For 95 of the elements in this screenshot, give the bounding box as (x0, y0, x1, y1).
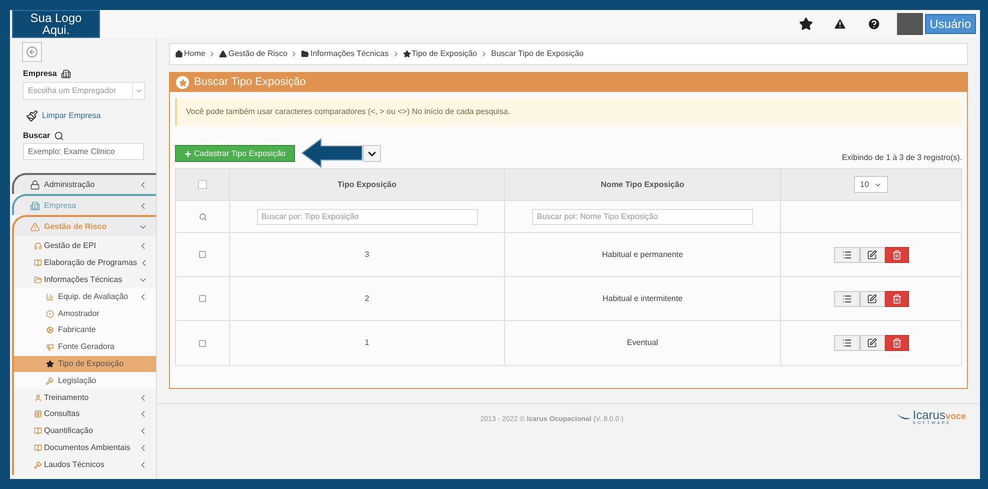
breadcrumb-link[interactable]: Tipo de Exposição (402, 48, 478, 60)
menu-item[interactable]: Fonte Geradora (14, 338, 156, 356)
checkbox[interactable] (199, 295, 206, 302)
trash-icon (892, 338, 902, 348)
column-header: Tipo Exposição (230, 169, 505, 201)
menu-item[interactable]: Elaboração de Programas (14, 254, 156, 272)
back-icon (26, 46, 38, 58)
broom-icon (26, 110, 38, 122)
menu-item-icon (34, 410, 42, 418)
menu-item-icon (34, 444, 42, 452)
delete-button[interactable] (884, 290, 908, 306)
search-label: Buscar (23, 130, 50, 142)
breadcrumb-link[interactable]: Gestão de Risco (219, 48, 288, 60)
trash-icon (892, 250, 902, 260)
star-icon (46, 360, 54, 368)
menu-item[interactable]: Treinamento (14, 389, 156, 406)
table-cell: Habitual e intermitente (602, 292, 683, 304)
brand-name: Icarus (912, 408, 946, 420)
edit-icon (867, 338, 877, 348)
edit-button[interactable] (860, 335, 884, 351)
edit-button[interactable] (860, 290, 884, 306)
building-icon (60, 69, 71, 79)
checkbox[interactable] (198, 180, 207, 189)
view-button[interactable] (834, 246, 860, 262)
page-size-select[interactable]: 10 (854, 176, 888, 193)
warning-icon (219, 50, 228, 58)
brand-suffix: voce (945, 412, 966, 420)
star-icon (402, 50, 411, 58)
warning-icon[interactable] (832, 17, 847, 31)
dropdown-button[interactable] (362, 145, 381, 162)
arrow-icon (300, 138, 363, 168)
info-alert: Você pode também usar caracteres comparadores (<, > ou <>) No início de cada pesquisa. (175, 98, 962, 126)
breadcrumb-link[interactable]: Informações Técnicas (301, 48, 389, 60)
logo: Sua Logo Aqui. (12, 10, 100, 38)
delete-button[interactable] (884, 246, 908, 262)
table-cell: Habitual e permanente (602, 248, 683, 260)
menu-section[interactable]: Administração (12, 173, 156, 194)
gavel-icon (46, 376, 54, 385)
empresa-label: Empresa (23, 68, 57, 80)
filter-field[interactable]: Buscar por: Nome Tipo Exposição (532, 208, 753, 224)
caret-icon (134, 87, 142, 95)
menu-item[interactable]: Fabricante (14, 322, 156, 339)
menu-item-icon (34, 276, 42, 284)
menu-item-icon (34, 427, 42, 436)
table-cell: Eventual (626, 337, 658, 349)
checkbox[interactable] (199, 251, 206, 258)
table-cell: 2 (364, 292, 370, 304)
edit-button[interactable] (860, 246, 884, 262)
menu-item[interactable]: Equip. de Avaliação (14, 288, 156, 306)
search-icon (54, 131, 64, 141)
menu-item[interactable]: Tipo de Exposição (14, 356, 156, 372)
help-icon[interactable] (866, 17, 881, 31)
view-button[interactable] (834, 290, 860, 306)
chart-icon (46, 292, 54, 301)
search-field[interactable]: Exemplo: Exame Clinico (23, 143, 144, 160)
menu-item[interactable]: Gestão de EPI (14, 238, 156, 255)
circle-icon (46, 310, 54, 318)
checkbox[interactable] (199, 340, 206, 346)
edit-icon (867, 250, 877, 260)
records-count: Exibindo de 1 à 3 de 3 registro(s). (842, 152, 962, 164)
menu-item[interactable]: Informações Técnicas (14, 272, 156, 288)
gear-icon (46, 326, 54, 334)
table-cell: 3 (364, 248, 370, 260)
search-icon (198, 212, 206, 220)
star-icon[interactable] (798, 17, 813, 31)
breadcrumb-link[interactable]: Buscar Tipo de Exposição (491, 48, 584, 60)
megaphone-icon (46, 343, 54, 352)
delete-button[interactable] (884, 335, 908, 351)
clear-company-link[interactable]: Limpar Empresa (42, 110, 101, 122)
menu-item-icon (34, 460, 42, 469)
panel-title: Buscar Tipo Exposição (194, 75, 306, 90)
menu-item[interactable]: Consultas (14, 406, 156, 423)
star-badge-icon (176, 76, 189, 89)
breadcrumb-link[interactable]: Home (175, 48, 206, 60)
menu-item-icon (34, 394, 42, 402)
menu-item[interactable]: Quantificação (14, 422, 156, 440)
view-button[interactable] (834, 335, 860, 351)
menu-item[interactable]: Documentos Ambientais (14, 440, 156, 456)
section-icon (30, 180, 40, 190)
avatar-placeholder (896, 13, 923, 35)
table-cell: 1 (364, 337, 370, 349)
menu-item[interactable]: Laudos Técnicos (14, 456, 156, 474)
home-icon (175, 50, 183, 58)
section-icon (30, 222, 40, 232)
plus-icon (184, 150, 192, 158)
menu-item[interactable]: Amostrador (14, 305, 156, 322)
folder-icon (301, 50, 310, 58)
trash-icon (892, 294, 902, 304)
filter-field[interactable]: Buscar por: Tipo Exposição (256, 208, 478, 224)
edit-icon (867, 294, 877, 304)
column-header: Nome Tipo Exposição (505, 169, 781, 201)
menu-item[interactable]: Legislação (14, 372, 156, 390)
section-icon (30, 200, 40, 210)
menu-item-icon (34, 259, 42, 268)
menu-item-icon (34, 242, 42, 250)
